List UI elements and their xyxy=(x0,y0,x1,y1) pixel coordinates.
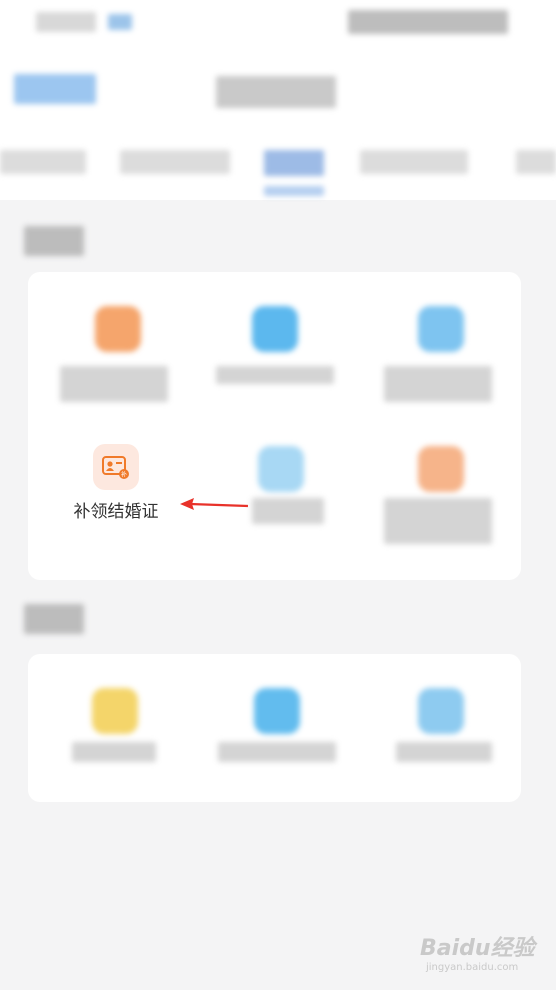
service-label[interactable] xyxy=(396,742,492,762)
service-label[interactable] xyxy=(384,498,492,544)
tab-4[interactable] xyxy=(360,150,468,174)
service-label[interactable] xyxy=(72,742,156,762)
tab-1[interactable] xyxy=(0,150,86,174)
section-heading-1 xyxy=(24,226,84,256)
top-header xyxy=(0,0,556,200)
page-title xyxy=(216,76,336,108)
watermark-url: jingyan.baidu.com xyxy=(426,962,519,973)
red-arrow-annotation xyxy=(180,498,249,510)
status-bar-icon xyxy=(108,14,132,30)
status-bar-left xyxy=(36,12,96,32)
section-heading-2 xyxy=(24,604,84,634)
service-icon[interactable] xyxy=(95,306,141,352)
service-label-marriage-certificate-reissue[interactable]: 补领结婚证 xyxy=(60,497,172,522)
tab-5[interactable] xyxy=(516,150,556,174)
tab-2[interactable] xyxy=(120,150,230,174)
service-icon[interactable] xyxy=(418,688,464,734)
svg-text:补: 补 xyxy=(121,471,127,479)
service-icon[interactable] xyxy=(418,306,464,352)
service-label[interactable] xyxy=(60,366,168,402)
service-icon[interactable] xyxy=(92,688,138,734)
baidu-jingyan-watermark: Baidu经验 jingyan.baidu.com xyxy=(420,930,535,973)
tab-active-indicator xyxy=(264,186,324,196)
service-label[interactable] xyxy=(218,742,336,762)
service-label[interactable] xyxy=(384,366,492,402)
service-label[interactable] xyxy=(252,498,324,524)
service-icon[interactable] xyxy=(254,688,300,734)
status-bar-right xyxy=(348,10,508,34)
service-icon[interactable] xyxy=(258,446,304,492)
watermark-brand: Baidu经验 xyxy=(420,936,535,961)
service-label[interactable] xyxy=(216,366,334,384)
service-icon[interactable] xyxy=(252,306,298,352)
marriage-certificate-icon[interactable]: 补 xyxy=(93,444,139,490)
back-button[interactable] xyxy=(14,74,96,104)
service-icon[interactable] xyxy=(418,446,464,492)
tab-active[interactable] xyxy=(264,150,324,176)
